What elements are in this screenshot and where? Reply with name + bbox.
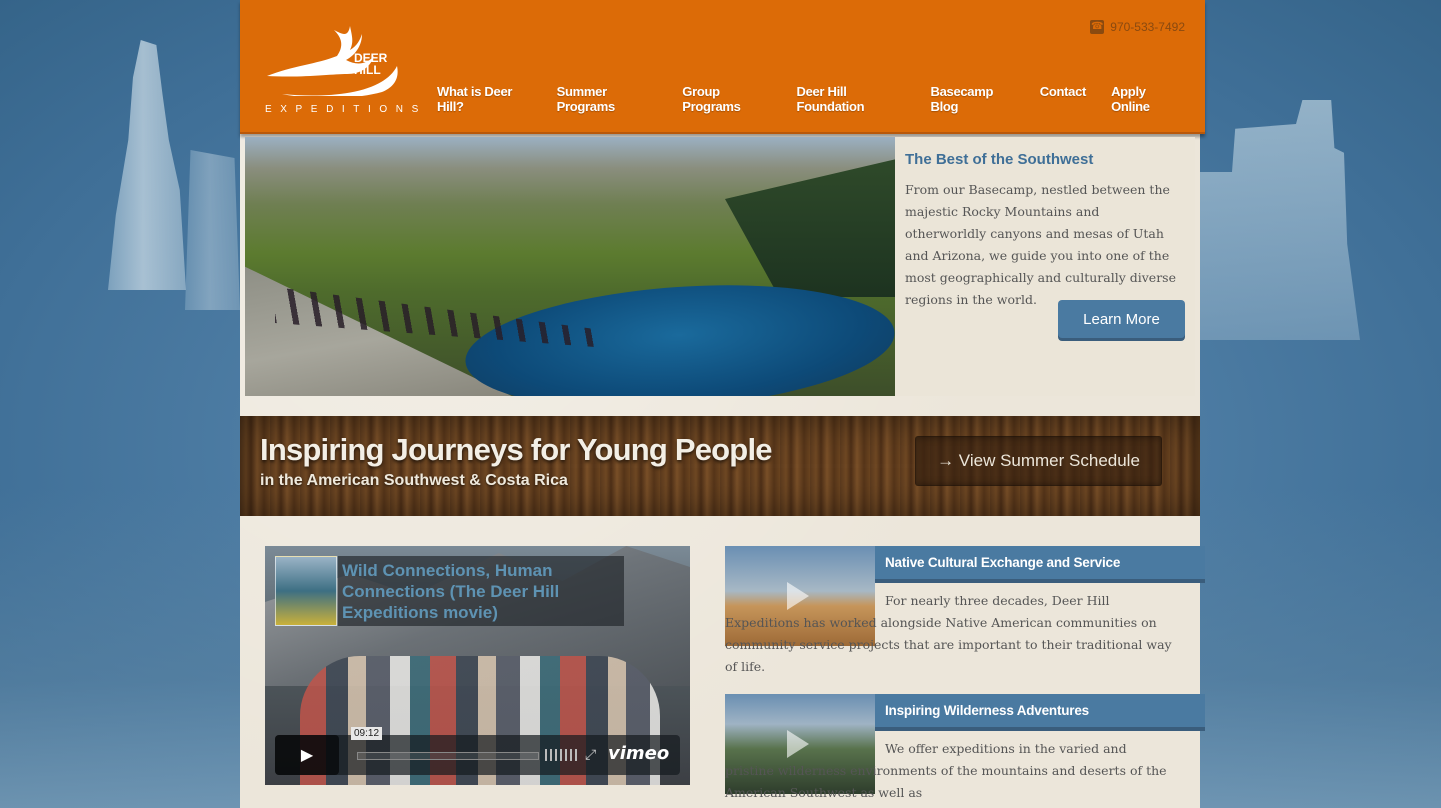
- video-player[interactable]: Wild Connections, Human Connections (The…: [265, 546, 690, 785]
- feature-title: Native Cultural Exchange and Service: [885, 555, 1121, 570]
- site-header: DEER HILL EXPEDITIONS ☎ 970-533-7492 Wha…: [240, 0, 1205, 134]
- phone-text: 970-533-7492: [1110, 20, 1185, 34]
- feature-text: For nearly three decades, Deer Hill Expe…: [725, 593, 1172, 674]
- hero-title: The Best of the Southwest: [905, 151, 1094, 168]
- video-title-box: Wild Connections, Human Connections (The…: [338, 556, 624, 626]
- nav-item-summer-programs[interactable]: Summer Programs: [557, 84, 658, 114]
- feature-title: Inspiring Wilderness Adventures: [885, 703, 1089, 718]
- background-mesa: [1200, 100, 1360, 340]
- hero-text: From our Basecamp, nestled between the m…: [905, 182, 1176, 307]
- main-nav: What is Deer Hill? Summer Programs Group…: [437, 84, 1205, 114]
- feature-text: We offer expeditions in the varied and p…: [725, 741, 1167, 800]
- nav-item-group-programs[interactable]: Group Programs: [682, 84, 771, 114]
- hero-forest: [725, 157, 895, 297]
- fullscreen-icon[interactable]: ⤢: [585, 746, 596, 763]
- learn-more-button[interactable]: Learn More: [1058, 300, 1185, 338]
- video-progress-bar[interactable]: [357, 752, 539, 760]
- logo-name: DEER HILL: [354, 51, 388, 77]
- background-rock-spire: [108, 40, 186, 290]
- nav-item-basecamp-blog[interactable]: Basecamp Blog: [931, 84, 1015, 114]
- nav-item-deer-hill-foundation[interactable]: Deer Hill Foundation: [796, 84, 905, 114]
- video-time: 09:12: [351, 727, 383, 740]
- banner-title: Inspiring Journeys for Young People: [260, 432, 773, 467]
- feature-header[interactable]: Inspiring Wilderness Adventures: [875, 694, 1205, 727]
- hero-panel: The Best of the Southwest From our Basec…: [895, 137, 1195, 396]
- feature-wilderness-adventures: Inspiring Wilderness Adventures We offer…: [725, 694, 1205, 808]
- background-rock-spire: [185, 150, 240, 310]
- video-title[interactable]: Wild Connections, Human Connections (The…: [342, 560, 622, 623]
- hero-image: [245, 137, 895, 396]
- banner-subtitle: in the American Southwest & Costa Rica: [260, 472, 568, 489]
- play-icon[interactable]: ▶: [275, 735, 339, 775]
- video-controls: ▶ 09:12 ⤢ vimeo: [275, 727, 680, 775]
- vimeo-logo[interactable]: vimeo: [608, 743, 669, 764]
- video-thumbnail[interactable]: [275, 556, 337, 626]
- logo-tagline: EXPEDITIONS: [265, 104, 427, 115]
- phone-number[interactable]: ☎ 970-533-7492: [1090, 20, 1185, 34]
- feature-native-cultural-exchange: Native Cultural Exchange and Service For…: [725, 546, 1205, 686]
- feature-header[interactable]: Native Cultural Exchange and Service: [875, 546, 1205, 579]
- nav-item-contact[interactable]: Contact: [1040, 84, 1087, 114]
- view-summer-schedule-button[interactable]: → View Summer Schedule: [915, 436, 1162, 486]
- tagline-banner: Inspiring Journeys for Young People in t…: [240, 416, 1200, 516]
- nav-item-apply-online[interactable]: Apply Online: [1111, 84, 1180, 114]
- volume-icon[interactable]: [545, 749, 579, 761]
- nav-item-what-is-deer-hill[interactable]: What is Deer Hill?: [437, 84, 532, 114]
- phone-icon: ☎: [1090, 20, 1105, 34]
- deer-hill-logo[interactable]: DEER HILL EXPEDITIONS: [262, 16, 418, 120]
